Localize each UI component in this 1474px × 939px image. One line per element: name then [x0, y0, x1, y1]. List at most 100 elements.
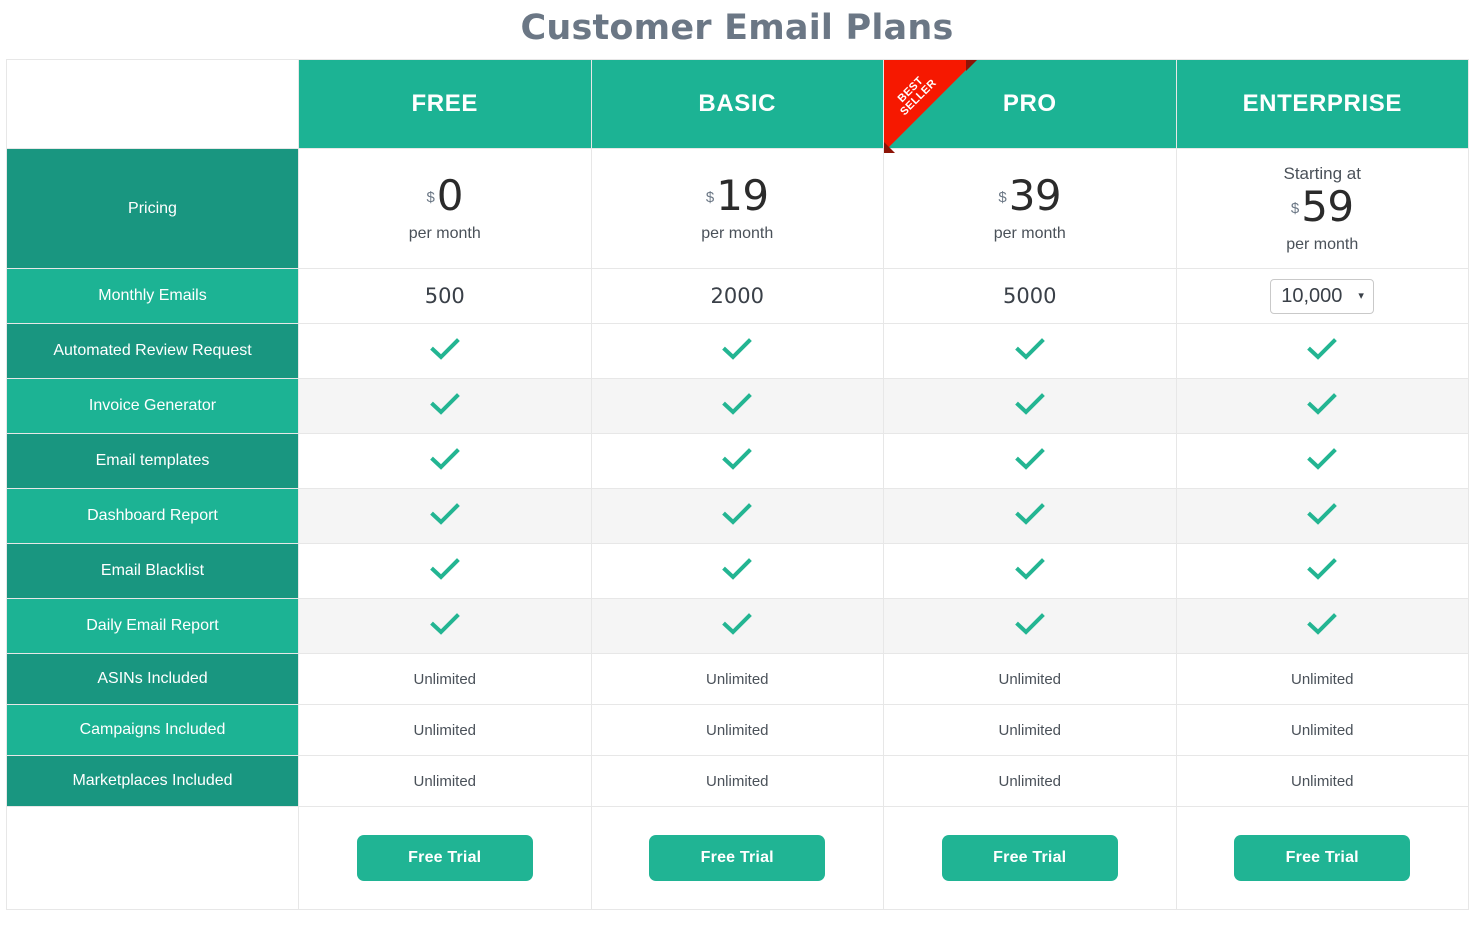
check-icon — [722, 447, 753, 471]
price-amount: 59 — [1301, 181, 1354, 231]
check-icon — [1307, 557, 1338, 581]
text-cell-pro: Unlimited — [883, 704, 1177, 756]
cta-cell-basic: Free Trial — [590, 806, 884, 910]
check-cell-pro — [883, 488, 1177, 544]
table-row-pricing: Pricing $0 per month $19 per month $39 p… — [6, 148, 1469, 269]
check-cell-basic — [590, 378, 884, 434]
text-cell-enterprise: Unlimited — [1175, 755, 1469, 807]
check-cell-free — [298, 323, 592, 379]
plan-header-enterprise[interactable]: ENTERPRISE — [1175, 59, 1469, 149]
check-cell-basic — [590, 598, 884, 654]
monthly-emails-select[interactable]: 10,000 ▾ — [1270, 278, 1375, 314]
price-period: per month — [701, 225, 774, 242]
check-cell-pro — [883, 598, 1177, 654]
table-row-automated-review-request: Automated Review Request — [6, 323, 1469, 379]
price-block: $39 per month — [884, 175, 1176, 242]
feature-label-marketplaces-included: Marketplaces Included — [6, 755, 299, 807]
plan-header-row: FREE BASIC BEST SELLER PRO ENTERPRISE — [6, 59, 1469, 153]
table-row-daily-email-report: Daily Email Report — [6, 598, 1469, 654]
check-icon — [1014, 557, 1045, 581]
cell-value: Unlimited — [413, 722, 477, 739]
cell-value: Unlimited — [705, 773, 769, 790]
text-cell-enterprise: Unlimited — [1175, 704, 1469, 756]
check-icon — [429, 392, 460, 416]
currency-symbol: $ — [1290, 199, 1300, 217]
cta-cell-enterprise: Free Trial — [1175, 806, 1469, 910]
feature-label-email-blacklist: Email Blacklist — [6, 543, 299, 599]
check-cell-enterprise — [1175, 323, 1469, 379]
check-cell-pro — [883, 323, 1177, 379]
text-cell-free: Unlimited — [298, 653, 592, 705]
check-cell-basic — [590, 488, 884, 544]
monthly-emails-select-value: 10,000 — [1281, 284, 1343, 307]
check-cell-basic — [590, 433, 884, 489]
free-trial-button-basic[interactable]: Free Trial — [649, 835, 826, 881]
check-icon — [1014, 337, 1045, 361]
cell-value: Unlimited — [1290, 773, 1354, 790]
emails-value: 500 — [424, 284, 465, 308]
feature-column-header — [6, 59, 299, 149]
cta-cell-pro: Free Trial — [883, 806, 1177, 910]
free-trial-button-free[interactable]: Free Trial — [356, 835, 533, 881]
price-period: per month — [1286, 235, 1359, 253]
feature-label-campaigns-included: Campaigns Included — [6, 704, 299, 756]
currency-symbol: $ — [705, 189, 715, 206]
price-cell-free: $0 per month — [298, 148, 592, 269]
check-icon — [722, 612, 753, 636]
cell-value: Unlimited — [998, 722, 1062, 739]
plan-name-label: FREE — [411, 90, 478, 117]
check-icon — [722, 392, 753, 416]
check-icon — [722, 337, 753, 361]
price-period: per month — [993, 225, 1066, 242]
check-cell-free — [298, 598, 592, 654]
check-icon — [429, 557, 460, 581]
text-cell-free: Unlimited — [298, 704, 592, 756]
free-trial-button-pro[interactable]: Free Trial — [941, 835, 1118, 881]
page-title: Customer Email Plans — [520, 8, 954, 48]
check-cell-free — [298, 543, 592, 599]
check-cell-enterprise — [1175, 378, 1469, 434]
currency-symbol: $ — [998, 189, 1007, 206]
check-cell-free — [298, 433, 592, 489]
cell-value: Unlimited — [1290, 722, 1354, 739]
price-block: Starting at $59 per month — [1177, 165, 1469, 253]
text-cell-enterprise: Unlimited — [1175, 653, 1469, 705]
check-icon — [1014, 502, 1045, 526]
price-block: $0 per month — [299, 175, 591, 242]
free-trial-button-enterprise[interactable]: Free Trial — [1234, 835, 1411, 881]
plan-header-basic[interactable]: BASIC — [590, 59, 884, 149]
check-cell-enterprise — [1175, 543, 1469, 599]
check-cell-basic — [590, 543, 884, 599]
table-row-invoice-generator: Invoice Generator — [6, 378, 1469, 434]
check-icon — [1014, 392, 1045, 416]
check-cell-free — [298, 488, 592, 544]
price-amount: 0 — [436, 171, 464, 220]
check-cell-free — [298, 378, 592, 434]
pricing-page: Customer Email Plans FREE BASIC BEST SEL… — [0, 0, 1474, 939]
table-row-asins-included: ASINs Included Unlimited Unlimited Unlim… — [6, 653, 1469, 705]
text-cell-pro: Unlimited — [883, 653, 1177, 705]
pricing-table: FREE BASIC BEST SELLER PRO ENTERPRISE Pr… — [6, 59, 1469, 910]
plan-name-label: PRO — [1002, 90, 1057, 117]
table-row-monthly-emails: Monthly Emails 500 2000 5000 10,000 ▾ — [6, 268, 1469, 324]
text-cell-basic: Unlimited — [590, 755, 884, 807]
text-cell-basic: Unlimited — [590, 704, 884, 756]
check-icon — [429, 612, 460, 636]
table-row-email-blacklist: Email Blacklist — [6, 543, 1469, 599]
price-cell-pro: $39 per month — [883, 148, 1177, 269]
plan-header-free[interactable]: FREE — [298, 59, 592, 149]
feature-label-invoice-generator: Invoice Generator — [6, 378, 299, 434]
cell-value: Unlimited — [998, 773, 1062, 790]
text-cell-free: Unlimited — [298, 755, 592, 807]
cta-cell-free: Free Trial — [298, 806, 592, 910]
plan-header-pro[interactable]: BEST SELLER PRO — [883, 59, 1177, 153]
check-icon — [722, 557, 753, 581]
check-icon — [1307, 447, 1338, 471]
plan-name-label: BASIC — [698, 90, 777, 117]
price-cell-basic: $19 per month — [590, 148, 884, 269]
cell-value: Unlimited — [705, 671, 769, 688]
check-cell-pro — [883, 433, 1177, 489]
check-icon — [1014, 447, 1045, 471]
check-cell-enterprise — [1175, 433, 1469, 489]
check-cell-enterprise — [1175, 488, 1469, 544]
